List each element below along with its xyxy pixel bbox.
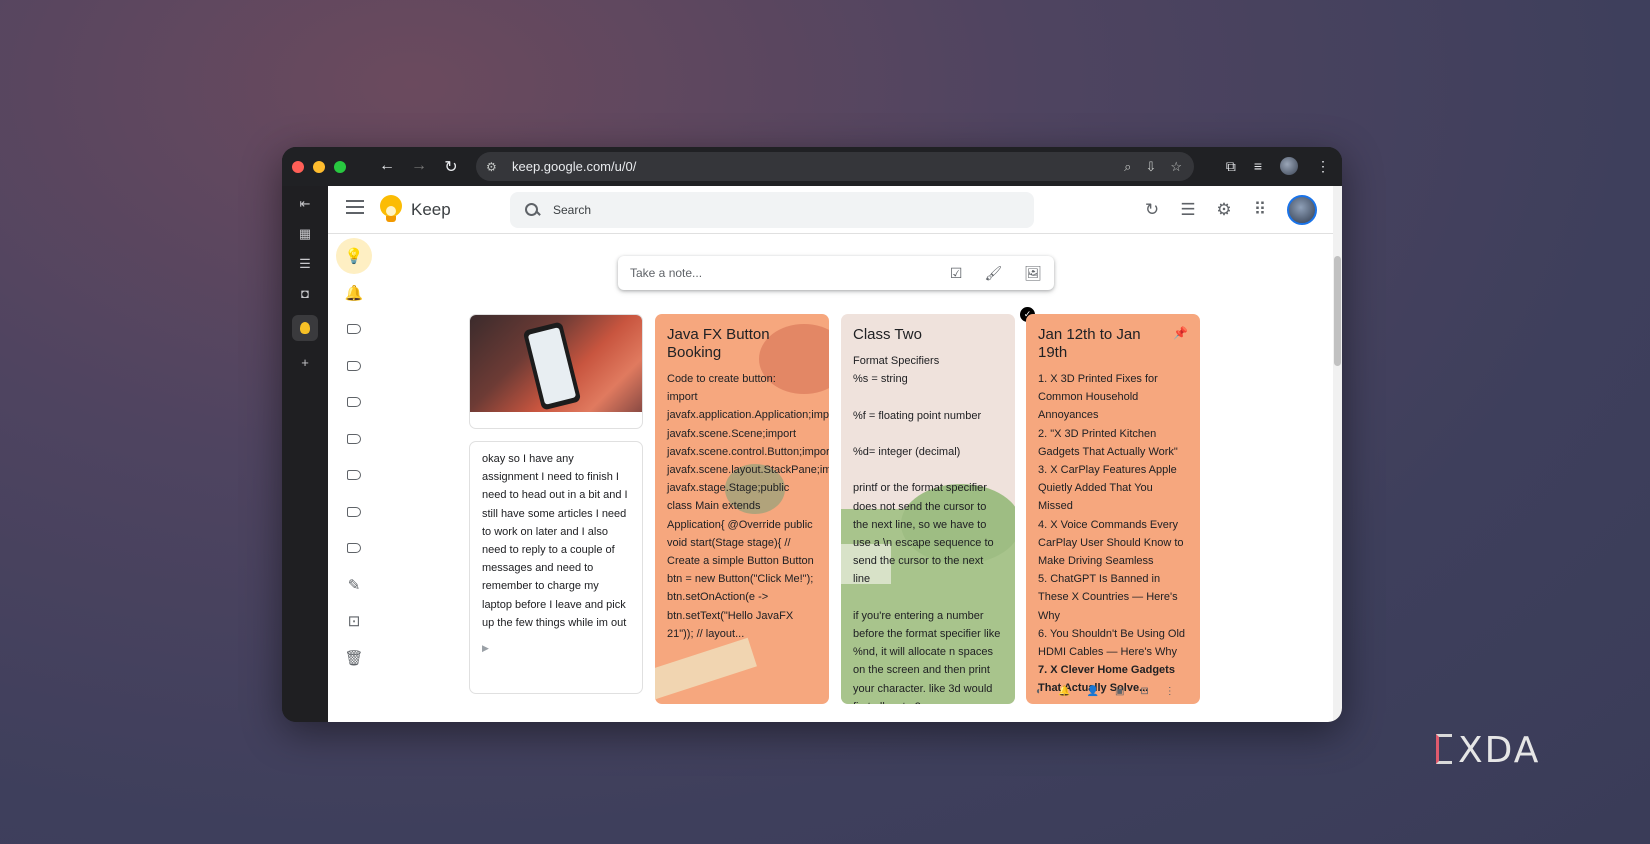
browser-window: ← → ↻ ⚙ keep.google.com/u/0/ ⌕ ⇩ ☆ ⧉ ≡ ⋮… [282,147,1342,722]
extensions-icon[interactable]: ⧉ [1226,158,1236,175]
watch-icon[interactable]: ◘ [301,286,309,301]
note-card-javafx[interactable]: Java FX Button Booking Code to create bu… [655,314,829,704]
apps-grid-icon[interactable]: ⠿ [1251,200,1269,220]
nav-label-icon[interactable] [336,421,372,457]
nav-label-icon[interactable] [336,494,372,530]
account-avatar[interactable] [1287,195,1317,225]
maximize-window-button[interactable] [334,160,346,173]
new-drawing-brush-icon[interactable]: 🖌 [984,265,1002,282]
nav-reminders-bell-icon[interactable]: 🔔 [336,275,372,311]
reload-icon[interactable]: ↻ [442,157,460,177]
keep-logo-icon [380,195,402,223]
media-control-icon[interactable]: ≡ [1254,158,1262,174]
add-panel-icon[interactable]: + [301,355,309,370]
close-window-button[interactable] [292,160,304,173]
note-image-phone-photo [470,315,642,412]
app-header: Keep Search ↻ ☰ ⚙ ⠿ [328,186,1333,234]
new-image-note-icon[interactable]: 🖼 [1024,265,1042,282]
note-body: okay so I have any assignment I need to … [482,453,628,629]
main-menu-icon[interactable] [346,200,364,218]
address-bar[interactable]: ⚙ keep.google.com/u/0/ ⌕ ⇩ ☆ [476,152,1194,181]
archive-icon[interactable]: ⊡ [1140,683,1148,701]
more-options-icon[interactable]: ⋮ [1165,683,1175,701]
add-image-icon[interactable]: ▣ [1115,683,1124,701]
browser-profile-avatar[interactable] [1280,157,1298,175]
take-note-placeholder: Take a note... [630,266,703,280]
nav-label-icon[interactable] [336,530,372,566]
browser-side-panel: ⇤ ▦ ☰ ◘ + [282,186,328,722]
minimize-window-button[interactable] [313,160,325,173]
browser-menu-icon[interactable]: ⋮ [1316,158,1330,175]
site-settings-icon[interactable]: ⚙ [486,160,502,174]
nav-notes-lightbulb-icon[interactable]: 💡 [336,238,372,274]
search-placeholder: Search [553,203,592,217]
browser-titlebar: ← → ↻ ⚙ keep.google.com/u/0/ ⌕ ⇩ ☆ ⧉ ≡ ⋮ [282,147,1342,186]
refresh-icon[interactable]: ↻ [1143,200,1161,220]
app-title[interactable]: Keep [411,200,451,220]
expand-triangle-icon[interactable]: ▶ [482,639,489,657]
note-body: 1. X 3D Printed Fixes for Common Househo… [1038,373,1186,659]
bookmark-star-icon[interactable]: ☆ [1170,159,1182,175]
new-list-checkbox-icon[interactable]: ☑ [950,265,963,282]
color-palette-icon[interactable]: ◐ [1036,683,1042,701]
nav-archive-icon[interactable]: ⊡ [336,603,372,639]
pin-icon[interactable]: 📌 [1173,324,1188,342]
collapse-panel-icon[interactable]: ⇤ [300,196,311,212]
scrollbar-thumb[interactable] [1334,256,1341,366]
note-action-bar: ◐ 🔔 👤 ▣ ⊡ ⋮ [1026,680,1200,704]
zoom-icon[interactable]: ⌕ [1124,159,1131,175]
note-card-jan-list[interactable]: 📌 Jan 12th to Jan 19th 1. X 3D Printed F… [1026,314,1200,704]
search-input[interactable]: Search [510,192,1034,228]
list-view-icon[interactable]: ☰ [1179,200,1197,220]
sidebar-nav: 💡 🔔 ✎ ⊡ 🗑 [336,238,376,676]
note-body: Format Specifiers %s = string %f = float… [853,355,1001,704]
xda-watermark-logo: XDA [1436,730,1586,771]
collaborator-icon[interactable]: 👤 [1087,683,1099,701]
nav-label-icon[interactable] [336,457,372,493]
tabs-grid-icon[interactable]: ▦ [299,226,311,242]
back-arrow-icon[interactable]: ← [378,157,396,177]
note-card-reminder[interactable]: okay so I have any assignment I need to … [469,441,643,694]
keep-panel-icon[interactable] [292,315,318,341]
note-title: Class Two [853,326,922,343]
nav-label-icon[interactable] [336,384,372,420]
nav-label-icon[interactable] [336,348,372,384]
watermark-text: XDA [1458,730,1541,771]
note-card-image[interactable] [469,314,643,429]
settings-gear-icon[interactable]: ⚙ [1215,200,1233,220]
note-card-class-two[interactable]: Class Two Format Specifiers %s = string … [841,314,1015,704]
page-scrollbar[interactable] [1333,186,1342,722]
keep-app: Keep Search ↻ ☰ ⚙ ⠿ 💡 🔔 ✎ ⊡ 🗑 Take a not… [328,186,1333,722]
window-controls [292,160,346,173]
install-app-icon[interactable]: ⇩ [1145,159,1156,175]
note-title: Java FX Button Booking [667,326,770,361]
search-icon[interactable] [524,202,540,218]
search-list-icon[interactable]: ☰ [299,256,311,272]
nav-label-icon[interactable] [336,311,372,347]
note-body: Code to create button: import javafx.app… [667,373,829,640]
forward-arrow-icon[interactable]: → [410,157,428,177]
nav-edit-labels-pencil-icon[interactable]: ✎ [336,567,372,603]
remind-me-bell-icon[interactable]: 🔔 [1058,683,1070,701]
take-note-input[interactable]: Take a note... ☑ 🖌 🖼 [618,256,1054,290]
nav-trash-icon[interactable]: 🗑 [336,640,372,676]
url-text: keep.google.com/u/0/ [512,159,637,174]
